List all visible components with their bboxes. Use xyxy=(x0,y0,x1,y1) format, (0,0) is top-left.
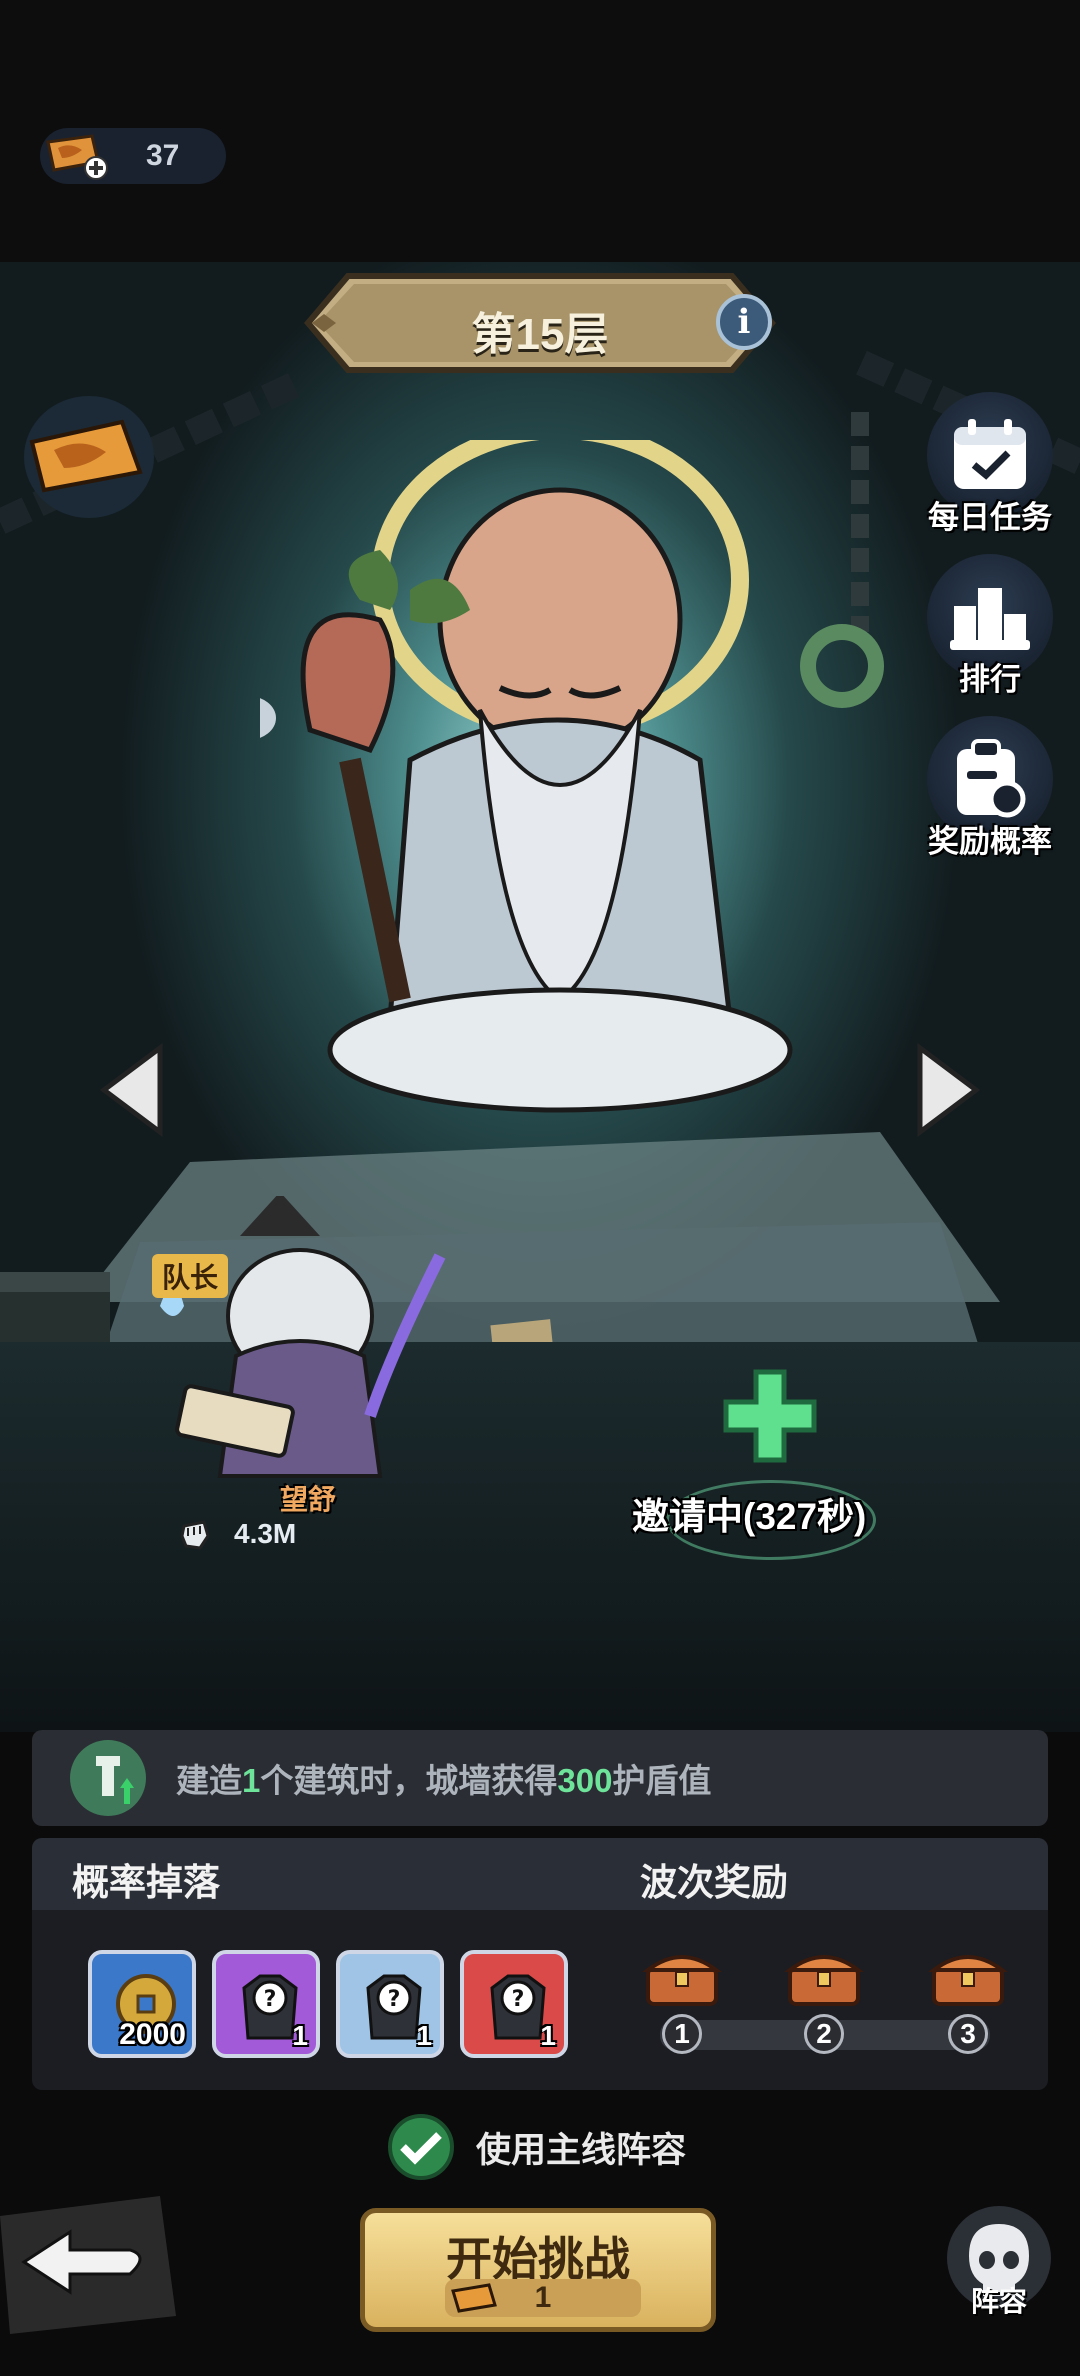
buff-count: 1 xyxy=(242,1762,261,1799)
invite-status: 邀请中(327秒) xyxy=(632,1496,867,1537)
reward-rate-button[interactable]: 奖励概率 xyxy=(922,716,1058,861)
drop-item-count: 1 xyxy=(540,2020,556,2051)
daily-tasks-label: 每日任务 xyxy=(928,500,1052,535)
ranking-button[interactable]: 排行 xyxy=(922,554,1058,699)
buff-mid: 个建筑时，城墙获得 xyxy=(260,1762,558,1799)
treasure-chest-icon[interactable] xyxy=(642,1944,722,2008)
use-main-lineup-toggle[interactable]: 使用主线阵容 xyxy=(388,2114,686,2180)
drop-item-count: 1 xyxy=(416,2020,432,2051)
captain-tag: 队长 xyxy=(152,1254,229,1298)
treasure-chest-icon[interactable] xyxy=(928,1944,1008,2008)
svg-text:?: ? xyxy=(264,1987,277,2012)
hero-power: 4.3M xyxy=(178,1516,296,1552)
invite-plus-icon[interactable] xyxy=(722,1368,818,1464)
buff-text: 建造1个建筑时，城墙获得300护盾值 xyxy=(176,1754,711,1802)
buff-prefix: 建造 xyxy=(176,1762,242,1799)
drops-title: 概率掉落 xyxy=(72,1862,220,1903)
top-bar: 37 xyxy=(0,0,1080,262)
start-challenge-button[interactable]: 开始挑战 1 xyxy=(360,2208,716,2332)
wave-number: 1 xyxy=(662,2014,702,2054)
next-floor-arrow[interactable] xyxy=(912,1042,982,1138)
start-cost-value: 1 xyxy=(534,2281,552,2314)
drop-item-count: 1 xyxy=(292,2020,308,2051)
start-cost: 1 xyxy=(445,2279,641,2317)
svg-text:?: ? xyxy=(388,1987,401,2012)
calendar-check-icon xyxy=(954,419,1026,489)
drop-item-armor-blue[interactable]: ? 1 xyxy=(336,1950,444,2058)
info-button[interactable]: i xyxy=(716,294,772,350)
hero-power-value: 4.3M xyxy=(234,1518,297,1549)
ticket-plus-icon xyxy=(46,134,108,180)
buff-value: 300 xyxy=(557,1762,613,1799)
wave-rewards-title: 波次奖励 xyxy=(640,1862,788,1903)
ticket-shop-button[interactable] xyxy=(24,396,154,518)
wave-number: 2 xyxy=(804,2014,844,2054)
drop-item-armor-purple[interactable]: ? 1 xyxy=(212,1950,320,2058)
clipboard-icon xyxy=(957,739,1026,818)
fist-icon xyxy=(180,1520,210,1550)
drop-item-count: 2000 xyxy=(119,2018,186,2051)
prev-floor-arrow[interactable] xyxy=(98,1042,168,1138)
daily-tasks-button[interactable]: 每日任务 xyxy=(922,392,1058,537)
svg-text:?: ? xyxy=(512,1987,525,2012)
ticket-icon xyxy=(29,419,143,493)
ranking-label: 排行 xyxy=(959,662,1021,697)
treasure-chest-icon[interactable] xyxy=(784,1944,864,2008)
ticket-count: 37 xyxy=(146,139,180,172)
hero-name: 望舒 xyxy=(280,1484,337,1515)
buff-suffix: 护盾值 xyxy=(612,1762,712,1799)
podium-icon xyxy=(950,588,1030,650)
drop-item-armor-red[interactable]: ? 1 xyxy=(460,1950,568,2058)
ticket-counter[interactable]: 37 xyxy=(40,128,226,184)
buff-icon xyxy=(70,1740,146,1816)
check-icon xyxy=(388,2114,454,2180)
back-button[interactable] xyxy=(0,2196,176,2334)
lineup-button[interactable]: 阵容 xyxy=(944,2206,1054,2320)
drop-item-coin[interactable]: 2000 xyxy=(88,1950,196,2058)
boss-sage-image xyxy=(260,440,793,1113)
reward-rate-label: 奖励概率 xyxy=(928,824,1052,859)
use-main-lineup-label: 使用主线阵容 xyxy=(476,2130,687,2170)
hero-image xyxy=(160,1196,446,1478)
tower-upgrade-icon xyxy=(96,1756,134,1804)
buff-bar: 建造1个建筑时，城墙获得300护盾值 xyxy=(32,1730,1048,1826)
wave-number: 3 xyxy=(948,2014,988,2054)
reward-header: 概率掉落 波次奖励 xyxy=(32,1838,1048,1910)
